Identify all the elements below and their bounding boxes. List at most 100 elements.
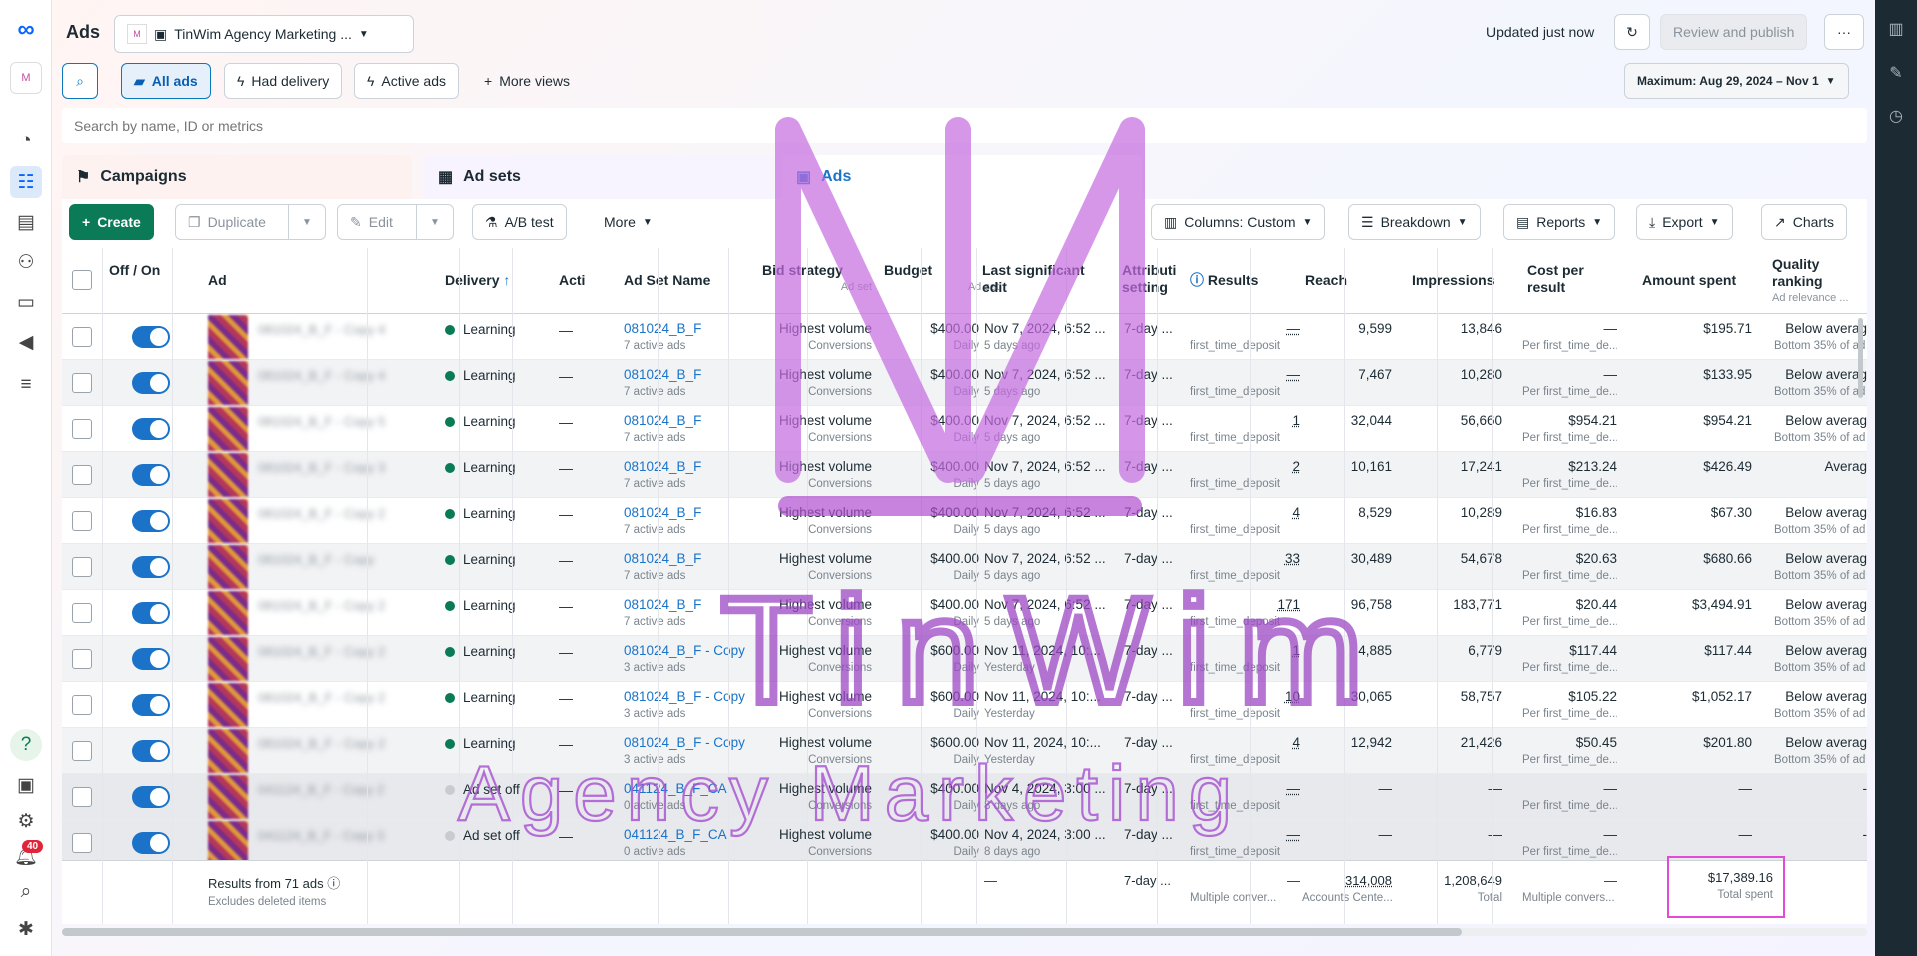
view-all-ads[interactable]: ▰ All ads [121,63,211,99]
table-row[interactable]: 081024_B_F - Copy 2 Learning — 081024_B_F -… [62,636,1867,682]
table-row[interactable]: 081024_B_F - Copy 4 Learning — 081024_B_F 7 … [62,314,1867,360]
results-value[interactable]: 1 [1292,413,1300,428]
duplicate-menu-button[interactable]: ▼ [288,204,326,240]
row-checkbox[interactable] [72,649,92,669]
vertical-scrollbar-thumb[interactable] [1858,318,1863,398]
account-selector[interactable]: M ▣ TinWim Agency Marketing ... ▼ [114,15,414,53]
col-ad[interactable]: Ad [208,272,408,289]
ad-name[interactable]: 081024_B_F - Copy 4 [258,322,428,337]
row-checkbox[interactable] [72,511,92,531]
adset-link[interactable]: 081024_B_F - Copy [624,735,745,750]
ad-toggle[interactable] [132,510,170,532]
charts-button[interactable]: ↗ Charts [1761,204,1847,240]
col-impressions[interactable]: Impressions [1412,272,1502,289]
adset-link[interactable]: 041124_B_F_CA [624,827,727,842]
adset-link[interactable]: 081024_B_F - Copy [624,689,745,704]
tab-adsets[interactable]: ▦ Ad sets [424,155,774,199]
row-checkbox[interactable] [72,787,92,807]
adset-link[interactable]: 081024_B_F [624,459,701,474]
ad-name[interactable]: 041124_B_F - Copy 2 [258,782,428,797]
row-checkbox[interactable] [72,465,92,485]
col-adset-name[interactable]: Ad Set Name [624,272,744,289]
audiences-icon[interactable]: ⚇ [10,246,42,278]
col-cost-per-result[interactable]: Cost per result [1527,262,1617,296]
row-checkbox[interactable] [72,603,92,623]
ad-toggle[interactable] [132,602,170,624]
row-checkbox[interactable] [72,695,92,715]
search-bar[interactable] [62,108,1867,143]
col-results[interactable]: ⓘ Results [1190,272,1300,289]
col-bid-strategy[interactable]: Bid strategy Ad set [762,262,872,296]
adset-link[interactable]: 081024_B_F [624,367,701,382]
pencil-icon[interactable]: ✎ [1883,60,1909,86]
results-value[interactable]: 33 [1285,551,1300,566]
ad-toggle[interactable] [132,326,170,348]
results-value[interactable]: — [1287,367,1301,382]
table-row[interactable]: 081024_B_F - Copy 5 Learning — 081024_B_F 7 … [62,406,1867,452]
results-value[interactable]: 2 [1292,459,1300,474]
results-value[interactable]: — [1287,781,1301,796]
dashboard-icon[interactable]: ◔ [10,125,42,157]
results-value[interactable]: 1 [1292,643,1300,658]
row-checkbox[interactable] [72,419,92,439]
ad-toggle[interactable] [132,372,170,394]
view-active-ads[interactable]: ϟ Active ads [354,63,460,99]
duplicate-button[interactable]: ❐ Duplicate [175,204,289,240]
more-options-button[interactable]: ··· [1824,14,1864,50]
date-range-picker[interactable]: Maximum: Aug 29, 2024 – Nov 1 ▼ [1624,63,1849,99]
adset-link[interactable]: 081024_B_F [624,505,701,520]
select-all-checkbox[interactable] [72,270,92,290]
results-value[interactable]: — [1287,321,1301,336]
col-attribution[interactable]: Attribution setting [1122,262,1177,296]
ad-name[interactable]: 081024_B_F - Copy 2 [258,736,428,751]
ad-name[interactable]: 081024_B_F - Copy 2 [258,690,428,705]
tab-ads[interactable]: ▣ Ads [782,155,1142,199]
ad-name[interactable]: 081024_B_F - Copy 3 [258,460,428,475]
col-offon[interactable]: Off / On [109,262,169,279]
adset-link[interactable]: 081024_B_F [624,413,701,428]
results-value[interactable]: — [1287,827,1301,842]
breakdown-button[interactable]: ☰ Breakdown ▼ [1348,204,1481,240]
table-row[interactable]: 081024_B_F - Copy Learning — 081024_B_F 7 ac… [62,544,1867,590]
ad-name[interactable]: 041124_B_F - Copy 3 [258,828,428,843]
row-checkbox[interactable] [72,327,92,347]
results-value[interactable]: 10 [1285,689,1300,704]
ad-toggle[interactable] [132,556,170,578]
edit-menu-button[interactable]: ▼ [416,204,454,240]
adset-link[interactable]: 081024_B_F - Copy [624,643,745,658]
bug-report-icon[interactable]: ✱ [10,913,42,945]
row-checkbox[interactable] [72,557,92,577]
ad-name[interactable]: 081024_B_F - Copy [258,552,428,567]
adset-link[interactable]: 081024_B_F [624,597,701,612]
help-icon[interactable]: ? [10,729,42,761]
col-actions[interactable]: Acti [559,272,599,289]
col-amount-spent[interactable]: Amount spent [1642,272,1752,289]
search-toggle-button[interactable]: ⌕ [62,63,98,99]
ad-name[interactable]: 081024_B_F - Copy 5 [258,414,428,429]
table-row[interactable]: 081024_B_F - Copy 2 Learning — 081024_B_F 7 … [62,590,1867,636]
pages-icon[interactable]: ▤ [10,206,42,238]
scrollbar-thumb[interactable] [62,928,1462,936]
adset-link[interactable]: 041124_B_F_CA [624,781,727,796]
horizontal-scrollbar[interactable] [62,928,1867,936]
row-checkbox[interactable] [72,833,92,853]
review-publish-button[interactable]: Review and publish [1660,14,1808,50]
campaigns-table-icon[interactable]: ☷ [10,166,42,198]
refresh-button[interactable]: ↻ [1614,14,1650,50]
col-last-edit[interactable]: Last significant edit [982,262,1107,296]
results-value[interactable]: 4 [1292,735,1300,750]
columns-button[interactable]: ▥ Columns: Custom ▼ [1151,204,1326,240]
ad-name[interactable]: 081024_B_F - Copy 2 [258,598,428,613]
view-had-delivery[interactable]: ϟ Had delivery [224,63,343,99]
ab-test-button[interactable]: ⚗ A/B test [472,204,567,240]
table-row[interactable]: 081024_B_F - Copy 2 Learning — 081024_B_F -… [62,682,1867,728]
ad-toggle[interactable] [132,648,170,670]
table-row[interactable]: 081024_B_F - Copy 4 Learning — 081024_B_F 7 … [62,360,1867,406]
row-checkbox[interactable] [72,741,92,761]
ad-toggle[interactable] [132,464,170,486]
ad-toggle[interactable] [132,786,170,808]
table-row[interactable]: 041124_B_F - Copy 2 Ad set off — 041124_B_F… [62,774,1867,820]
ad-toggle[interactable] [132,418,170,440]
ad-name[interactable]: 081024_B_F - Copy 2 [258,506,428,521]
adset-link[interactable]: 081024_B_F [624,551,701,566]
